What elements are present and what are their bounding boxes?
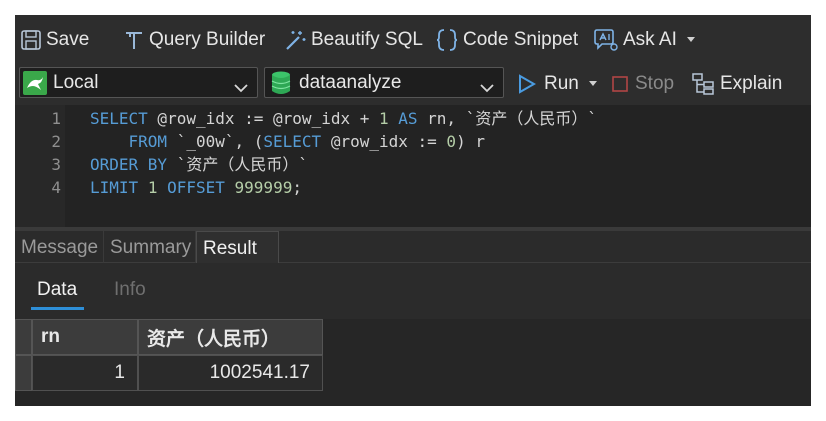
- code-area[interactable]: SELECT @row_idx := @row_idx + 1 AS rn, `…: [65, 105, 811, 227]
- chevron-down-icon: [234, 77, 248, 99]
- braces-icon: [435, 28, 459, 52]
- caret-down-icon[interactable]: [588, 81, 597, 87]
- sql-number: 1: [147, 178, 158, 197]
- sql-editor-window: Save Query Builder Beautify SQL Code Sni…: [15, 15, 811, 406]
- tab-message[interactable]: Message: [15, 231, 104, 263]
- cell-rn[interactable]: 1: [32, 355, 138, 391]
- connection-value: Local: [53, 71, 99, 93]
- line-number-gutter: 1 2 3 4: [15, 105, 65, 227]
- active-tab-indicator: [31, 307, 84, 310]
- stop-button[interactable]: Stop: [612, 71, 674, 97]
- code-line: FROM `_00w`, (SELECT @row_idx := 0) r: [90, 130, 485, 153]
- tab-info[interactable]: Info: [114, 279, 146, 301]
- column-header-asset[interactable]: 资产（人民币）: [138, 319, 323, 355]
- tab-data[interactable]: Data: [37, 279, 77, 301]
- sql-number: 0: [446, 132, 457, 151]
- code-snippet-label: Code Snippet: [463, 29, 579, 50]
- chevron-down-icon: [480, 77, 494, 99]
- run-button[interactable]: Run: [518, 71, 597, 97]
- line-number: 3: [51, 155, 61, 174]
- code-snippet-button[interactable]: Code Snippet: [435, 26, 578, 54]
- mysql-connection-icon: [23, 70, 47, 95]
- magic-wand-icon: [283, 29, 307, 51]
- beautify-sql-button[interactable]: Beautify SQL: [283, 26, 423, 54]
- sql-keyword: ORDER BY: [90, 155, 168, 174]
- sql-number: 1: [378, 109, 389, 128]
- sql-code-editor[interactable]: 1 2 3 4 SELECT @row_idx := @row_idx + 1 …: [15, 105, 811, 227]
- sql-keyword: FROM: [128, 132, 168, 151]
- sql-keyword: OFFSET: [167, 178, 225, 197]
- code-line: LIMIT 1 OFFSET 999999;: [90, 176, 302, 199]
- query-builder-icon: [123, 29, 145, 51]
- sql-keyword: SELECT: [263, 132, 322, 151]
- database-icon: [270, 70, 292, 96]
- main-toolbar: Save Query Builder Beautify SQL Code Sni…: [15, 15, 811, 65]
- tab-summary[interactable]: Summary: [104, 231, 196, 263]
- column-header-rn[interactable]: rn: [32, 319, 138, 355]
- result-tabs: Message Summary Result 1: [15, 231, 811, 292]
- sql-keyword: SELECT: [90, 109, 148, 128]
- stop-icon: [612, 76, 628, 92]
- code-line: ORDER BY `资产（人民币）`: [90, 153, 308, 176]
- sql-text: ) r: [456, 132, 485, 151]
- database-value: dataanalyze: [299, 71, 402, 93]
- ai-chat-icon: [593, 28, 619, 52]
- line-number: 2: [51, 132, 61, 151]
- row-header[interactable]: [15, 355, 32, 391]
- connection-toolbar: Local dataanalyze Run Stop Explain: [15, 65, 811, 105]
- line-number: 1: [51, 109, 61, 128]
- query-builder-label: Query Builder: [149, 29, 266, 50]
- save-label: Save: [46, 29, 90, 50]
- code-line: SELECT @row_idx := @row_idx + 1 AS rn, `…: [90, 107, 597, 130]
- tab-result-1[interactable]: Result 1: [196, 231, 279, 292]
- result-grid: rn 资产（人民币） 1 1002541.17: [15, 319, 811, 406]
- explain-button[interactable]: Explain: [691, 71, 782, 97]
- stop-label: Stop: [635, 73, 675, 94]
- beautify-sql-label: Beautify SQL: [311, 29, 423, 50]
- row-header-corner: [15, 319, 32, 355]
- ask-ai-button[interactable]: Ask AI: [593, 26, 695, 54]
- explain-label: Explain: [720, 73, 783, 94]
- save-button[interactable]: Save: [20, 26, 89, 54]
- play-icon: [518, 74, 536, 94]
- ask-ai-label: Ask AI: [623, 29, 677, 50]
- run-label: Run: [544, 73, 579, 94]
- caret-down-icon[interactable]: [686, 37, 695, 43]
- sql-keyword: LIMIT: [90, 178, 139, 197]
- sql-text: @row_idx :=: [321, 132, 447, 151]
- line-number: 4: [51, 178, 61, 197]
- connection-select[interactable]: Local: [19, 67, 258, 98]
- save-icon: [20, 29, 42, 51]
- cell-asset[interactable]: 1002541.17: [138, 355, 323, 391]
- sql-text: ;: [292, 178, 302, 197]
- explain-tree-icon: [691, 72, 715, 96]
- sql-keyword: AS: [398, 109, 418, 128]
- sql-text: @row_idx := @row_idx +: [147, 109, 379, 128]
- sql-text: rn, `资产（人民币）`: [417, 109, 597, 128]
- sql-number: 999999: [234, 178, 293, 197]
- sql-text: `_00w`, (: [167, 132, 264, 151]
- query-builder-button[interactable]: Query Builder: [123, 26, 265, 54]
- database-select[interactable]: dataanalyze: [264, 67, 504, 98]
- sql-text: `资产（人民币）`: [167, 155, 308, 174]
- view-tabs: Data Info: [15, 263, 811, 319]
